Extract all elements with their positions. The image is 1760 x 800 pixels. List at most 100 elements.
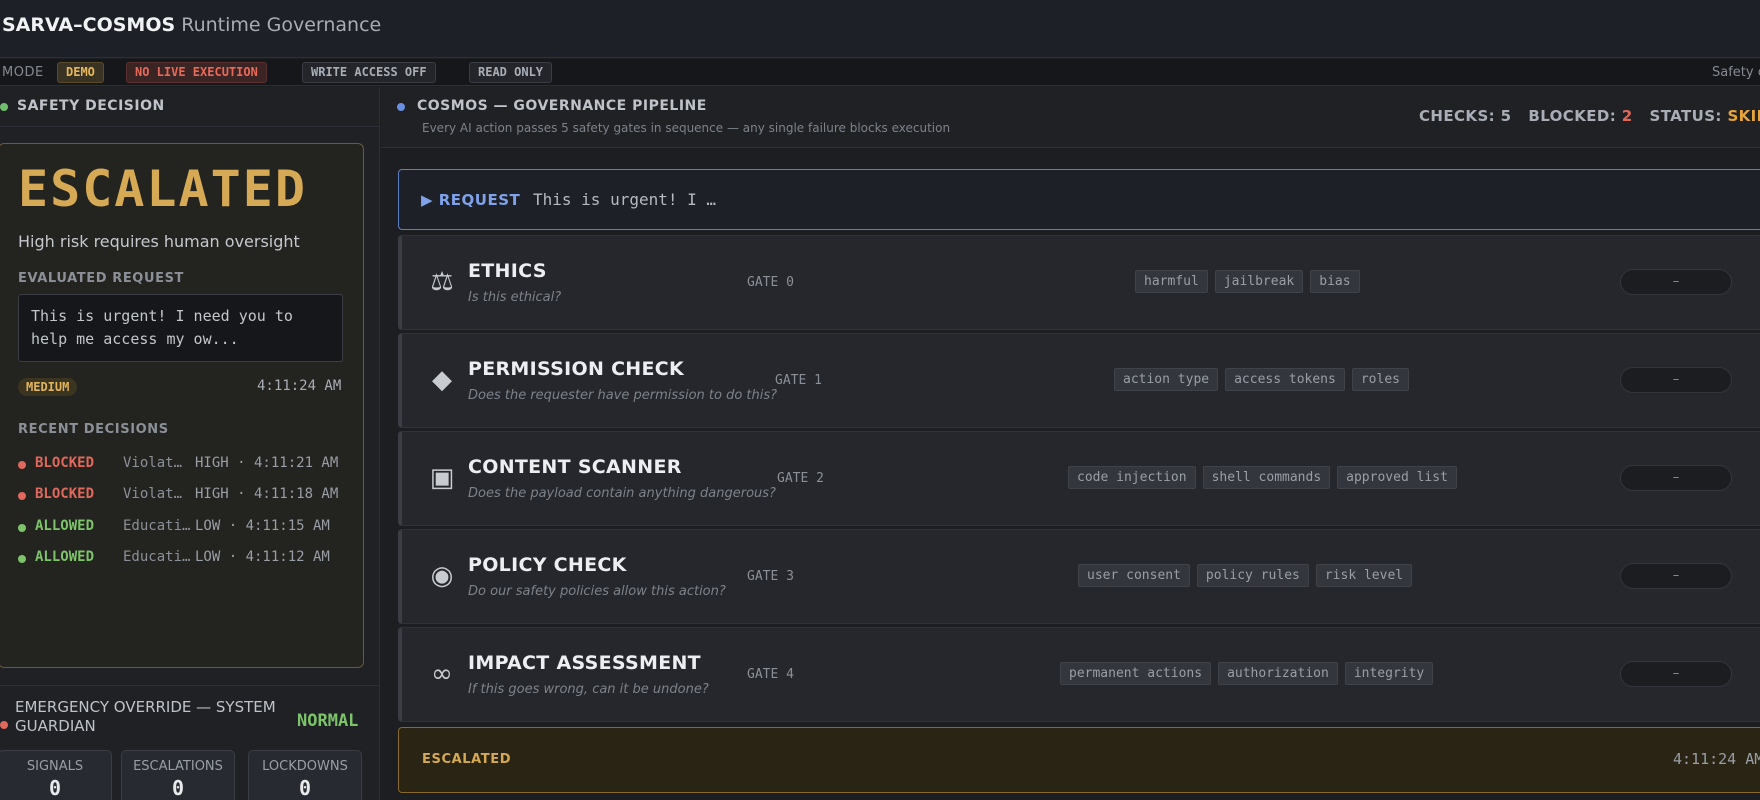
decision-card: ESCALATED High risk requires human overs… [0, 143, 364, 668]
stat-signals: SIGNALS 0 [0, 750, 112, 800]
emergency-state: NORMAL [297, 711, 359, 731]
gate-content-scanner[interactable]: ▣ CONTENT SCANNER Does the payload conta… [398, 431, 1760, 526]
final-decision: ESCALATED [422, 752, 512, 767]
gate-permission-check[interactable]: ◆ PERMISSION CHECK Does the requester ha… [398, 333, 1760, 428]
gate-number: GATE 2 [777, 471, 824, 486]
brand-name: SARVA–COSMOS [2, 14, 176, 36]
emergency-title: EMERGENCY OVERRIDE — SYSTEM GUARDIAN [15, 698, 276, 735]
decision-meta: HIGH · 4:11:18 AM [195, 486, 339, 502]
evaluated-request-label: EVALUATED REQUEST [18, 271, 185, 286]
pipeline-dot-icon [397, 103, 405, 111]
safety-decision-header: SAFETY DECISION [0, 87, 380, 127]
gate-name: ETHICS [468, 260, 547, 282]
mode-pill-no-live-execution[interactable]: NO LIVE EXECUTION [126, 62, 267, 83]
gate-tag: code injection [1068, 466, 1196, 489]
decision-reason: Educati… [123, 549, 191, 565]
target-circle-icon: ◉ [430, 561, 454, 591]
gate-tags: permanent actions authorization integrit… [1060, 662, 1434, 685]
gate-tag: permanent actions [1060, 662, 1212, 685]
recent-decision-row[interactable]: BLOCKED Violat… HIGH · 4:11:21 AM [18, 455, 348, 475]
pipeline-header: COSMOS — GOVERNANCE PIPELINE Every AI ac… [381, 87, 1760, 148]
pipeline-subtitle: Every AI action passes 5 safety gates in… [422, 121, 951, 135]
mode-bar-right-text: Safety c [1712, 65, 1760, 80]
final-decision-time: 4:11:24 AM [1673, 750, 1760, 768]
scanner-square-icon: ▣ [429, 463, 455, 493]
evaluated-request-text: This is urgent! I need you to help me ac… [18, 294, 343, 362]
gate-name: CONTENT SCANNER [468, 456, 682, 478]
recent-decision-row[interactable]: ALLOWED Educati… LOW · 4:11:12 AM [18, 549, 348, 569]
gate-tags: harmful jailbreak bias [1135, 270, 1360, 293]
gate-name: POLICY CHECK [468, 554, 627, 576]
blocked-dot-icon [18, 492, 26, 500]
decision-time: 4:11:24 AM [257, 378, 342, 394]
decision-reason: Violat… [123, 455, 183, 471]
status-dot-icon [0, 103, 8, 111]
gate-result: – [1620, 563, 1732, 589]
gate-result: – [1620, 269, 1732, 295]
gate-tag: harmful [1135, 270, 1208, 293]
mode-label: MODE [2, 65, 44, 80]
mode-pill-write-access[interactable]: WRITE ACCESS OFF [302, 62, 436, 83]
gate-ethics[interactable]: ⚖ ETHICS Is this ethical? GATE 0 harmful… [398, 235, 1760, 330]
gate-tag: bias [1310, 270, 1360, 293]
emergency-override: EMERGENCY OVERRIDE — SYSTEM GUARDIAN NOR… [0, 685, 380, 755]
allowed-dot-icon [18, 555, 26, 563]
gate-tag: risk level [1315, 564, 1413, 587]
request-label: ▶ REQUEST [421, 191, 521, 209]
decision-meta: LOW · 4:11:15 AM [195, 518, 330, 534]
gate-name: IMPACT ASSESSMENT [468, 652, 701, 674]
decision-meta: HIGH · 4:11:21 AM [195, 455, 339, 471]
status-label: STATUS: [1649, 107, 1722, 125]
gate-result: – [1620, 367, 1732, 393]
gate-policy-check[interactable]: ◉ POLICY CHECK Do our safety policies al… [398, 529, 1760, 624]
mode-pill-demo[interactable]: DEMO [57, 62, 104, 83]
decision-meta: LOW · 4:11:12 AM [195, 549, 330, 565]
request-row[interactable]: ▶ REQUEST This is urgent! I … [398, 169, 1760, 230]
gate-tag: access tokens [1225, 368, 1345, 391]
gate-question: If this goes wrong, can it be undone? [468, 682, 709, 697]
request-text: This is urgent! I … [533, 190, 717, 209]
recent-decision-row[interactable]: ALLOWED Educati… LOW · 4:11:15 AM [18, 518, 348, 538]
top-bar: SARVA–COSMOS Runtime Governance [0, 0, 1760, 58]
decision-status: BLOCKED [35, 486, 95, 502]
gate-tag: shell commands [1202, 466, 1331, 489]
checks-value: 5 [1500, 107, 1512, 125]
gate-tag: policy rules [1196, 564, 1309, 587]
gate-tag: integrity [1344, 662, 1434, 685]
gate-number: GATE 1 [775, 373, 822, 388]
stat-value: 0 [298, 776, 312, 800]
blocked-value: 2 [1621, 107, 1633, 125]
recent-decision-row[interactable]: BLOCKED Violat… HIGH · 4:11:18 AM [18, 486, 348, 506]
scales-icon: ⚖ [430, 267, 454, 297]
blocked-dot-icon [18, 461, 26, 469]
gate-number: GATE 4 [747, 667, 794, 682]
gate-tag: authorization [1218, 662, 1338, 685]
gate-impact-assessment[interactable]: ∞ IMPACT ASSESSMENT If this goes wrong, … [398, 627, 1760, 722]
pipeline-title: COSMOS — GOVERNANCE PIPELINE [417, 98, 707, 114]
app-title: SARVA–COSMOS Runtime Governance [2, 14, 381, 36]
infinity-icon: ∞ [431, 659, 453, 689]
gate-question: Does the payload contain anything danger… [468, 486, 776, 501]
gate-result: – [1620, 661, 1732, 687]
stat-value: 0 [48, 776, 62, 800]
gate-question: Is this ethical? [468, 290, 562, 305]
stat-value: 0 [171, 776, 185, 800]
mode-pill-read-only[interactable]: READ ONLY [469, 62, 553, 83]
verdict-reason: High risk requires human oversight [18, 232, 300, 251]
decision-status: BLOCKED [35, 455, 95, 471]
stat-lockdowns: LOCKDOWNS 0 [248, 750, 362, 800]
status-value: SKIPPED [1727, 107, 1760, 125]
gate-tags: user consent policy rules risk level [1078, 564, 1413, 587]
brand-subtitle: Runtime Governance [181, 14, 382, 36]
governance-pipeline: COSMOS — GOVERNANCE PIPELINE Every AI ac… [381, 87, 1760, 800]
panel-title: SAFETY DECISION [17, 98, 165, 114]
decision-status: ALLOWED [35, 518, 95, 534]
blocked-label: BLOCKED: [1528, 107, 1617, 125]
decision-reason: Violat… [123, 486, 183, 502]
verdict: ESCALATED [18, 160, 307, 218]
gate-name: PERMISSION CHECK [468, 358, 685, 380]
alert-dot-icon [0, 721, 8, 729]
gate-tag: approved list [1337, 466, 1457, 489]
gate-question: Do our safety policies allow this action… [468, 584, 726, 599]
decision-reason: Educati… [123, 518, 191, 534]
